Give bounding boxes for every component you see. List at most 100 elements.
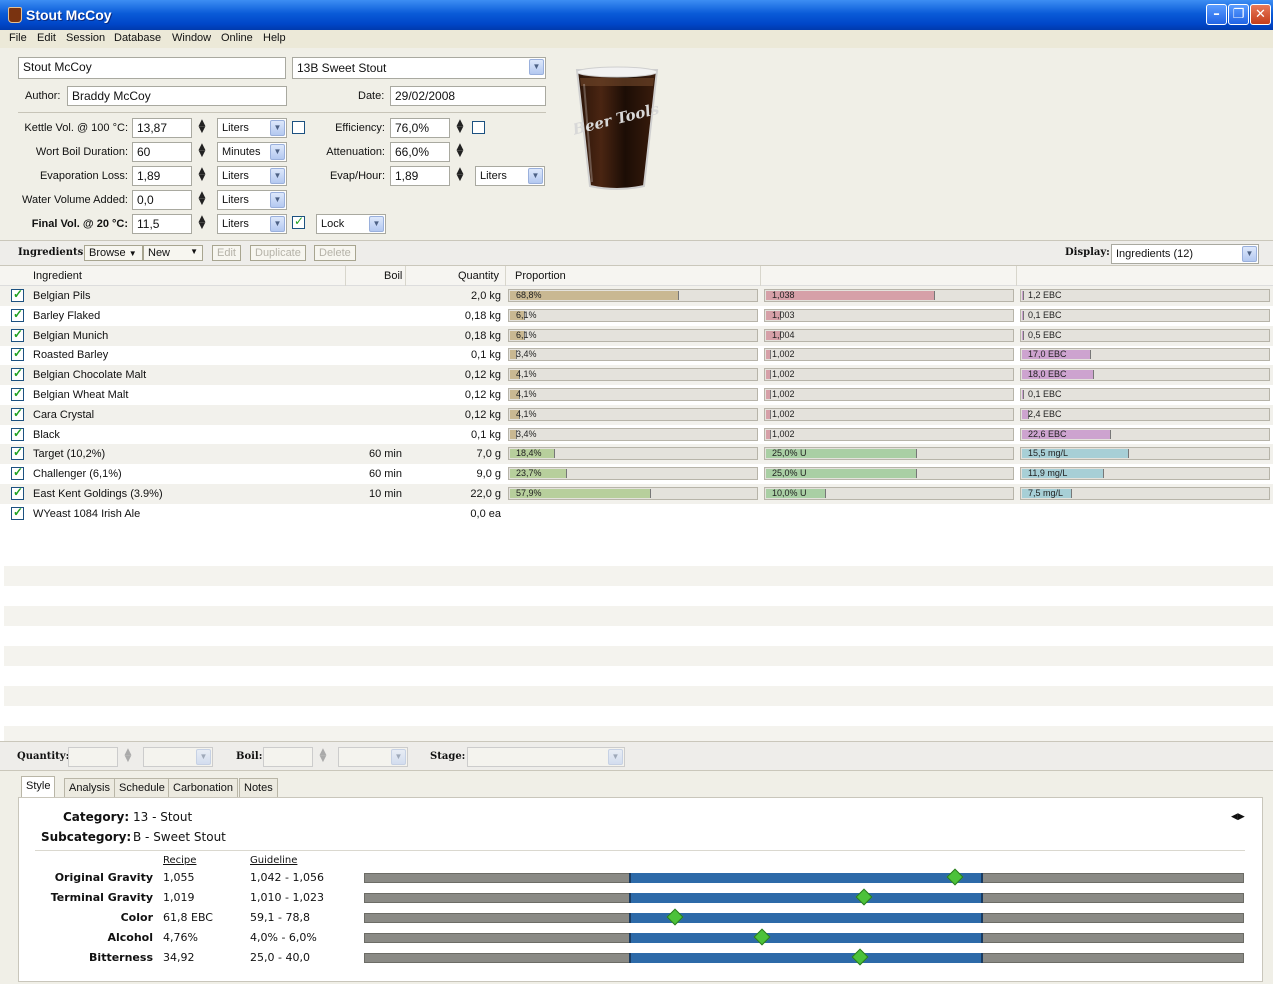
spinner-icon[interactable]: ▲ ▼ (319, 748, 327, 764)
table-row[interactable]: Target (10,2%) 60 min 7,0 g 18,4% 25,0% U 15,… (0, 444, 1273, 465)
water-unit-select[interactable]: Liters ▼ (217, 190, 287, 210)
menu-edit[interactable]: Edit (37, 32, 56, 44)
restore-button[interactable]: ❐ (1228, 4, 1249, 25)
spinner-icon[interactable]: ▲ ▼ (456, 143, 464, 159)
table-row[interactable]: Belgian Chocolate Malt 0,12 kg 4,1% 1,002 18… (0, 365, 1273, 386)
column-ingredient[interactable]: Ingredient (33, 270, 82, 282)
stage-select[interactable]: ▼ (467, 747, 625, 767)
spinner-icon[interactable]: ▲ ▼ (198, 167, 206, 183)
ingredient-enabled-checkbox[interactable] (11, 465, 24, 481)
ingredient-quantity: 2,0 kg (471, 290, 501, 302)
ingredient-enabled-checkbox[interactable] (11, 287, 24, 302)
edit-button[interactable]: Edit (212, 245, 241, 261)
chevron-down-icon[interactable]: ▼ (270, 192, 285, 208)
collapse-arrows-icon[interactable]: ◀▶ (1231, 812, 1245, 822)
chevron-down-icon[interactable]: ▼ (270, 144, 285, 160)
duplicate-button[interactable]: Duplicate (250, 245, 306, 261)
chevron-down-icon[interactable]: ▼ (1242, 246, 1257, 262)
lock-select[interactable]: Lock ▼ (316, 214, 386, 234)
new-button[interactable]: New ▼ (143, 245, 203, 261)
chevron-down-icon[interactable]: ▼ (528, 168, 543, 184)
column-quantity[interactable]: Quantity (458, 270, 499, 282)
ingredient-enabled-checkbox[interactable] (11, 327, 24, 342)
author-input[interactable]: Braddy McCoy (67, 86, 287, 106)
spinner-icon[interactable]: ▲ ▼ (456, 119, 464, 135)
menu-session[interactable]: Session (66, 32, 105, 44)
minimize-button[interactable]: – (1206, 4, 1227, 25)
kettle-unit-select[interactable]: Liters ▼ (217, 118, 287, 138)
chevron-down-icon[interactable]: ▼ (369, 216, 384, 232)
quantity-unit-select[interactable]: ▼ (143, 747, 213, 767)
ingredient-name: Challenger (6,1%) (33, 468, 122, 481)
chevron-down-icon[interactable]: ▼ (608, 749, 623, 765)
lock-checkbox[interactable] (292, 214, 305, 229)
boil-unit-select[interactable]: ▼ (338, 747, 408, 767)
ingredient-enabled-checkbox[interactable] (11, 307, 24, 322)
evap-unit-select[interactable]: Liters ▼ (217, 166, 287, 186)
efficiency-input[interactable]: 76,0% (390, 118, 450, 138)
table-row[interactable]: Belgian Pils 2,0 kg 68,8% 1,038 1,2 EBC (0, 286, 1273, 306)
spinner-icon[interactable]: ▲ ▼ (198, 119, 206, 135)
spinner-icon[interactable]: ▲ ▼ (198, 143, 206, 159)
boil-unit-select[interactable]: Minutes ▼ (217, 142, 287, 162)
table-row[interactable]: East Kent Goldings (3.9%) 10 min 22,0 g 57,… (0, 484, 1273, 504)
spinner-icon[interactable]: ▲ ▼ (456, 167, 464, 183)
chevron-down-icon[interactable]: ▼ (270, 216, 285, 232)
display-select[interactable]: Ingredients (12) ▼ (1111, 244, 1259, 264)
style-select[interactable]: 13B Sweet Stout ▼ (292, 57, 546, 79)
chevron-down-icon[interactable]: ▼ (529, 59, 544, 75)
ingredient-enabled-checkbox[interactable] (11, 366, 24, 382)
tab-analysis[interactable]: Analysis (64, 778, 115, 798)
ingredient-enabled-checkbox[interactable] (11, 445, 24, 461)
table-row[interactable]: Challenger (6,1%) 60 min 9,0 g 23,7% 25,0% U… (0, 464, 1273, 484)
table-row[interactable]: Belgian Munich 0,18 kg 6,1% 1,004 0,5 EBC (0, 325, 1273, 346)
column-boil[interactable]: Boil (384, 270, 402, 282)
menu-database[interactable]: Database (114, 32, 161, 44)
delete-button[interactable]: Delete (314, 245, 356, 261)
close-button[interactable]: ✕ (1250, 4, 1271, 25)
menu-help[interactable]: Help (263, 32, 286, 44)
attenuation-input[interactable]: 66,0% (390, 142, 450, 162)
tab-carbonation[interactable]: Carbonation (168, 778, 238, 798)
boil-duration-input[interactable]: 60 (132, 142, 192, 162)
chevron-down-icon[interactable]: ▼ (196, 749, 211, 765)
water-volume-input[interactable]: 0,0 (132, 190, 192, 210)
evap-hour-unit-select[interactable]: Liters ▼ (475, 166, 545, 186)
table-row[interactable]: Barley Flaked 0,18 kg 6,1% 1,003 0,1 EBC (0, 306, 1273, 326)
ingredient-enabled-checkbox[interactable] (11, 406, 24, 421)
evaporation-input[interactable]: 1,89 (132, 166, 192, 186)
menu-window[interactable]: Window (172, 32, 211, 44)
spinner-icon[interactable]: ▲ ▼ (198, 215, 206, 231)
tab-style[interactable]: Style (21, 776, 56, 798)
spinner-icon[interactable]: ▲ ▼ (198, 191, 206, 207)
boil-input[interactable] (263, 747, 313, 767)
kettle-input[interactable]: 13,87 (132, 118, 192, 138)
ingredient-enabled-checkbox[interactable] (11, 386, 24, 401)
menu-file[interactable]: File (9, 32, 27, 44)
table-row[interactable]: Roasted Barley 0,1 kg 3,4% 1,002 17,0 EBC (0, 345, 1273, 365)
browse-button[interactable]: Browse ▼ (84, 245, 143, 261)
evap-hour-input[interactable]: 1,89 (390, 166, 450, 186)
tab-notes[interactable]: Notes (239, 778, 278, 798)
ingredient-enabled-checkbox[interactable] (11, 485, 24, 500)
table-row[interactable]: WYeast 1084 Irish Ale 0,0 ea (0, 504, 1273, 524)
quantity-input[interactable] (68, 747, 118, 767)
table-row[interactable]: Cara Crystal 0,12 kg 4,1% 1,002 2,4 EBC (0, 404, 1273, 425)
efficiency-checkbox[interactable] (472, 121, 485, 134)
table-row[interactable]: Black 0,1 kg 3,4% 1,002 22,6 EBC (0, 425, 1273, 445)
table-row[interactable]: Belgian Wheat Malt 0,12 kg 4,1% 1,002 0,1 EB… (0, 385, 1273, 405)
chevron-down-icon[interactable]: ▼ (391, 749, 406, 765)
chevron-down-icon[interactable]: ▼ (270, 120, 285, 136)
column-proportion[interactable]: Proportion (515, 270, 566, 282)
menu-online[interactable]: Online (221, 32, 253, 44)
recipe-name-input[interactable]: Stout McCoy (18, 57, 286, 79)
final-volume-input[interactable]: 11,5 (132, 214, 192, 234)
ingredient-enabled-checkbox[interactable] (11, 426, 24, 441)
tab-schedule[interactable]: Schedule (114, 778, 170, 798)
ingredient-enabled-checkbox[interactable] (11, 346, 24, 362)
final-unit-select[interactable]: Liters ▼ (217, 214, 287, 234)
spinner-icon[interactable]: ▲ ▼ (124, 748, 132, 764)
chevron-down-icon[interactable]: ▼ (270, 168, 285, 184)
date-input[interactable]: 29/02/2008 (390, 86, 546, 106)
ingredient-enabled-checkbox[interactable] (11, 505, 24, 520)
